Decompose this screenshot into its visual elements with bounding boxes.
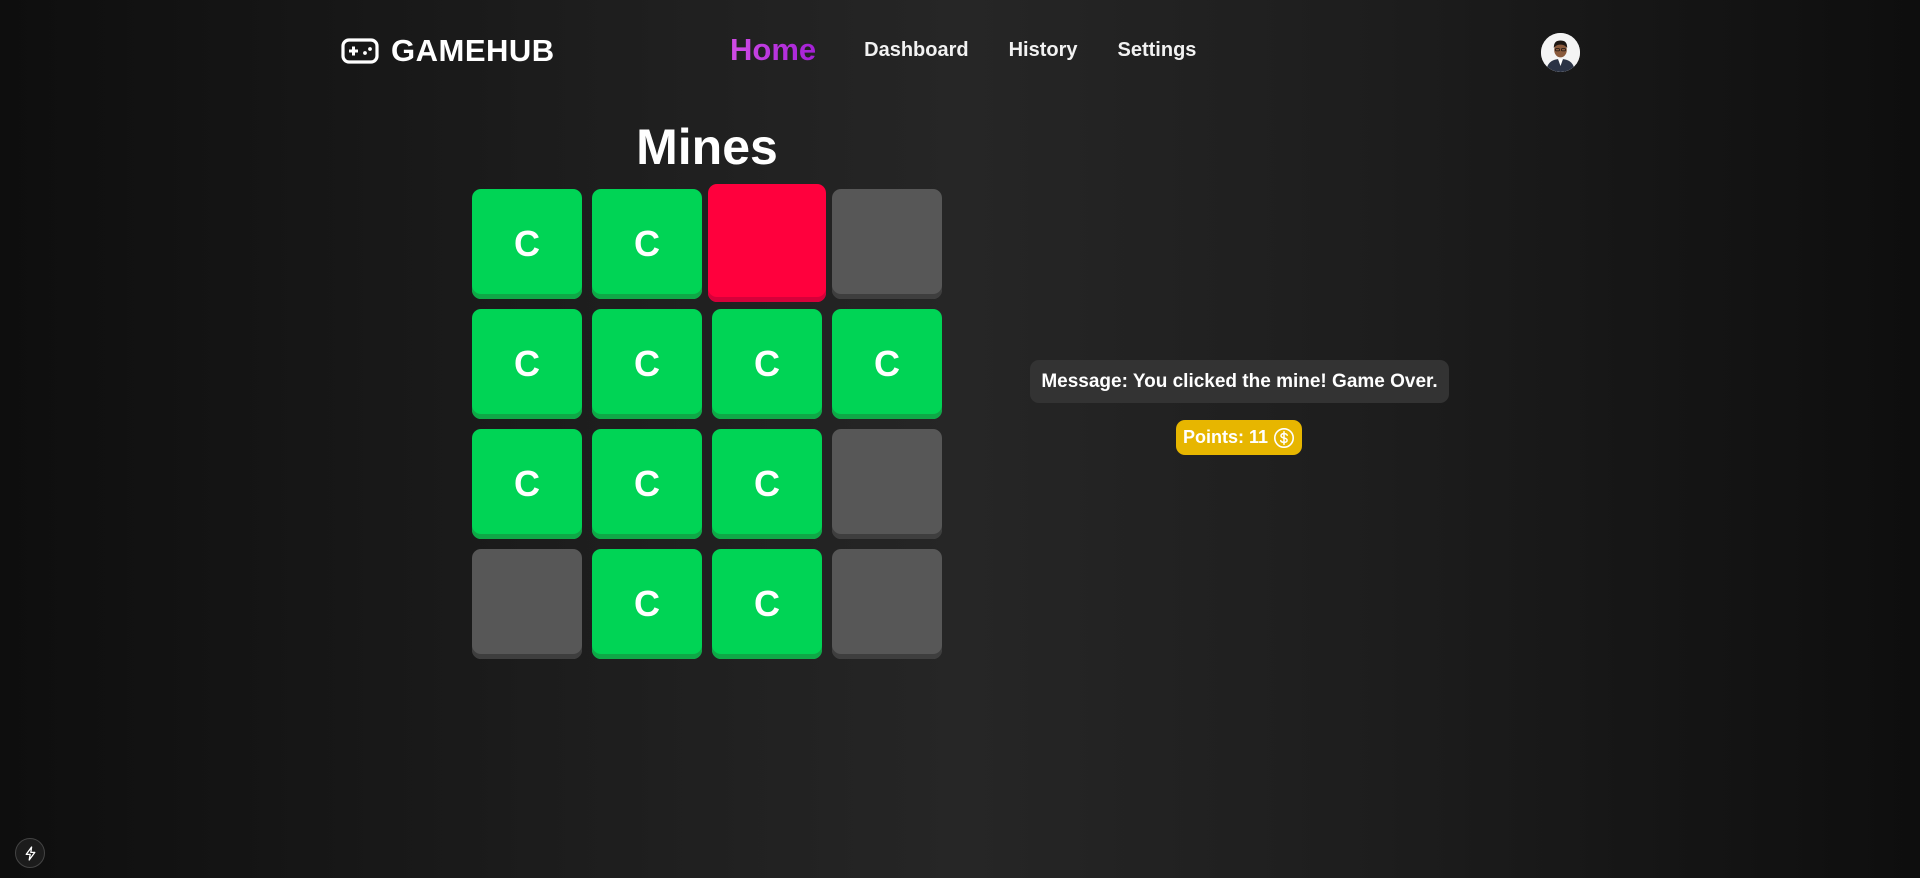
tile-coin[interactable]: C: [592, 549, 702, 659]
tile-coin[interactable]: C: [712, 429, 822, 539]
tile-hidden[interactable]: [472, 549, 582, 659]
points-badge: Points: 11: [1176, 420, 1302, 455]
mines-grid: CCCCCCCCCCC: [472, 184, 942, 659]
status-message: Message: You clicked the mine! Game Over…: [1030, 360, 1449, 403]
nav-link-settings[interactable]: Settings: [1118, 39, 1197, 62]
nav-link-history[interactable]: History: [1009, 39, 1078, 62]
lightning-icon: [25, 845, 35, 861]
tile-hidden[interactable]: [832, 429, 942, 539]
tile-coin[interactable]: C: [472, 429, 582, 539]
tile-coin[interactable]: C: [472, 189, 582, 299]
brand-name: GAMEHUB: [391, 33, 555, 68]
user-avatar-icon: [1541, 33, 1580, 72]
points-label: Points: 11: [1182, 427, 1269, 447]
tile-hidden[interactable]: [832, 549, 942, 659]
tile-coin[interactable]: C: [592, 309, 702, 419]
tile-coin[interactable]: C: [472, 309, 582, 419]
nav-link-dashboard[interactable]: Dashboard: [864, 39, 968, 62]
tile-coin[interactable]: C: [592, 189, 702, 299]
nav-link-home[interactable]: Home: [730, 32, 816, 68]
dev-tools-button[interactable]: [15, 838, 45, 868]
game-title: Mines: [636, 119, 778, 175]
tile-hidden[interactable]: [832, 189, 942, 299]
navbar: GAMEHUB Home Dashboard History Settings: [0, 0, 1920, 100]
tile-coin[interactable]: C: [712, 309, 822, 419]
brand[interactable]: GAMEHUB: [341, 32, 555, 70]
tile-coin[interactable]: C: [592, 429, 702, 539]
tile-coin[interactable]: C: [832, 309, 942, 419]
gamepad-icon: [341, 38, 379, 64]
nav-links: Home Dashboard History Settings: [730, 28, 1196, 72]
dollar-coin-icon: [1274, 427, 1295, 448]
tile-coin[interactable]: C: [712, 549, 822, 659]
tile-mine[interactable]: [708, 184, 826, 302]
avatar[interactable]: [1541, 33, 1580, 72]
